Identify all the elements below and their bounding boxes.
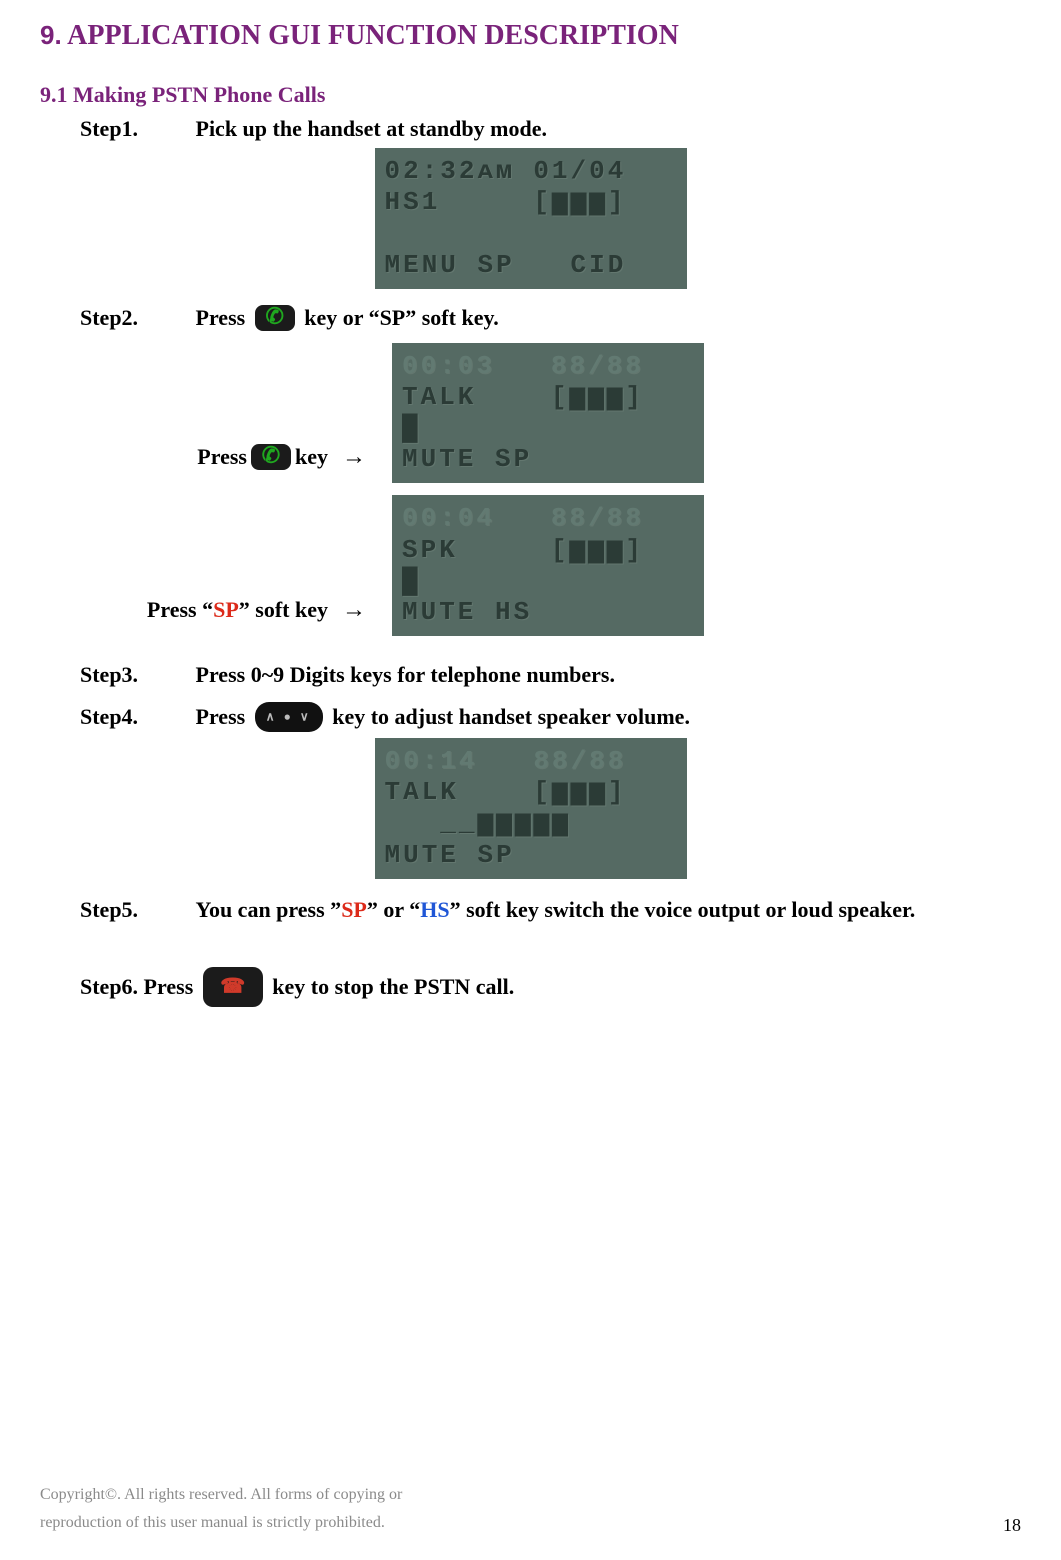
screen-line: __▆▆▆▆▆: [385, 808, 677, 839]
volume-key-icon: [255, 702, 323, 732]
screen-line: 02:32ᴀᴍ 01/04: [385, 156, 677, 187]
screen-line: █: [402, 413, 694, 444]
step5-body: You can press ”SP” or “HS” soft key swit…: [196, 897, 986, 923]
step2-row-sp: Press “SP” soft key → 00:04 88/88 SPK [▆…: [80, 489, 1021, 642]
screen-standby: 02:32ᴀᴍ 01/04 HS1 [▆▆▆] MENU SP CID: [375, 148, 687, 289]
screen-line: HS1 [▆▆▆]: [385, 187, 677, 218]
page-number: 18: [1003, 1515, 1021, 1536]
step1-label: Step1.: [80, 116, 190, 142]
screen-line: MUTE SP: [402, 444, 694, 475]
step5-mid: ” or “: [367, 897, 420, 922]
arrow-icon: →: [342, 443, 366, 471]
step5-label: Step5.: [80, 897, 190, 923]
step3-label: Step3.: [80, 662, 190, 688]
step2b-label: Press “SP” soft key →: [80, 596, 380, 642]
call-key-icon: [255, 305, 295, 331]
step1-text: Pick up the handset at standby mode.: [196, 116, 547, 141]
section-title: 9. APPLICATION GUI FUNCTION DESCRIPTION: [40, 20, 1021, 52]
step2-post: key or “SP” soft key.: [304, 305, 499, 330]
step5-post: ” soft key switch the voice output or lo…: [450, 897, 916, 922]
step2-row-call: Press key → 00:03 88/88 TALK [▆▆▆] █ MUT…: [80, 337, 1021, 490]
screen-line: TALK [▆▆▆]: [402, 382, 694, 413]
step4-pre: Press: [196, 704, 251, 729]
footer-line2: reproduction of this user manual is stri…: [40, 1514, 1021, 1532]
screen-line: MUTE HS: [402, 597, 694, 628]
arrow-icon: →: [342, 596, 366, 624]
step4-label: Step4.: [80, 704, 190, 730]
screen-line: MENU SP CID: [385, 250, 677, 281]
subsection-title: 9.1 Making PSTN Phone Calls: [40, 82, 1021, 108]
step2-pre: Press: [196, 305, 246, 330]
key-text: key: [295, 444, 328, 470]
screen-line: MUTE SP: [385, 840, 677, 871]
screen-spk: 00:04 88/88 SPK [▆▆▆] █ MUTE HS: [392, 495, 704, 636]
hs-softkey-text: HS: [420, 897, 449, 922]
section-number: 9.: [40, 20, 62, 50]
screen-line: █: [402, 566, 694, 597]
step4-post: key to adjust handset speaker volume.: [332, 704, 690, 729]
screen-line: [385, 218, 677, 249]
footer: Copyright©. All rights reserved. All for…: [40, 1486, 1021, 1532]
step2a-label: Press key →: [80, 443, 380, 489]
sp-softkey-text: SP: [213, 597, 239, 623]
section-title-text: APPLICATION GUI FUNCTION DESCRIPTION: [62, 20, 679, 51]
step5: Step5. You can press ”SP” or “HS” soft k…: [80, 897, 1021, 923]
screen-line: 00:04 88/88: [402, 503, 694, 534]
footer-line1: Copyright©. All rights reserved. All for…: [40, 1486, 1021, 1504]
step1: Step1. Pick up the handset at standby mo…: [80, 114, 1021, 142]
screen-line: 00:14 88/88: [385, 746, 677, 777]
sp-softkey-text: SP: [341, 897, 367, 922]
hangup-key-icon: [203, 967, 263, 1007]
step2: Step2. Press key or “SP” soft key.: [80, 303, 1021, 331]
screen-line: SPK [▆▆▆]: [402, 535, 694, 566]
step3: Step3. Press 0~9 Digits keys for telepho…: [80, 660, 1021, 688]
step6-post: key to stop the PSTN call.: [272, 974, 514, 999]
screen-line: 00:03 88/88: [402, 351, 694, 382]
step6: Step6. Press key to stop the PSTN call.: [80, 967, 1021, 1007]
screen-talk: 00:03 88/88 TALK [▆▆▆] █ MUTE SP: [392, 343, 704, 484]
step4: Step4. Press key to adjust handset speak…: [80, 702, 1021, 732]
step2-label: Step2.: [80, 305, 190, 331]
step5-pre: You can press ”: [196, 897, 342, 922]
screen-line: TALK [▆▆▆]: [385, 777, 677, 808]
softkey-text: ” soft key: [239, 597, 328, 623]
step6-pre: Step6. Press: [80, 974, 199, 999]
step3-text: Press 0~9 Digits keys for telephone numb…: [196, 662, 615, 687]
press-text: Press “: [147, 597, 213, 623]
screen-volume: 00:14 88/88 TALK [▆▆▆] __▆▆▆▆▆ MUTE SP: [375, 738, 687, 879]
call-key-icon: [251, 444, 291, 470]
press-text: Press: [197, 444, 247, 470]
